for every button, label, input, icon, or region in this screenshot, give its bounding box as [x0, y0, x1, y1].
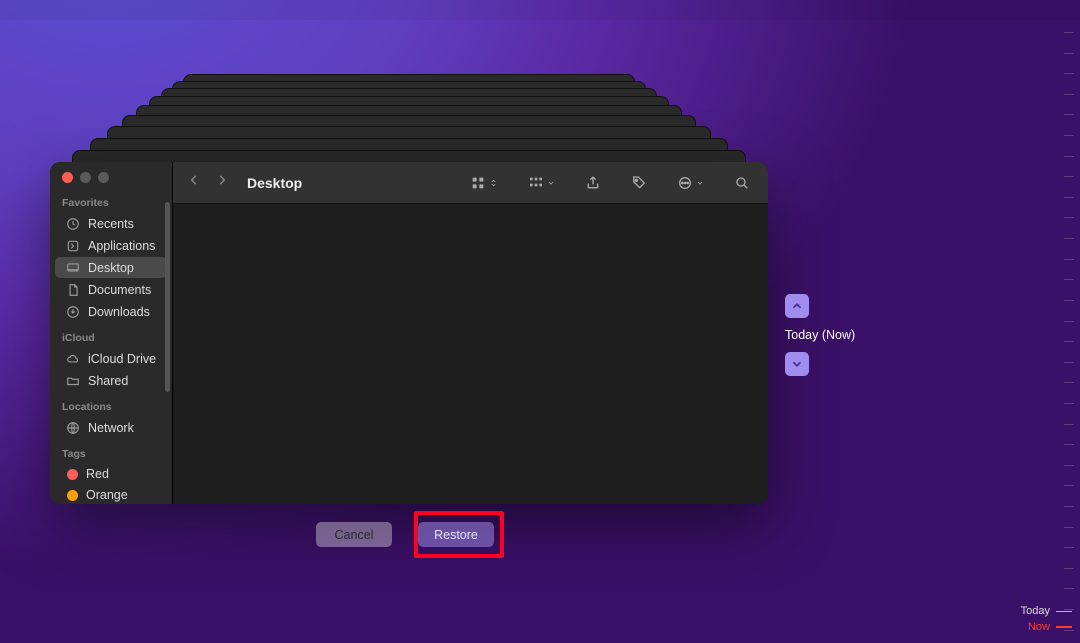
window-title: Desktop: [247, 175, 302, 191]
sidebar-item-downloads[interactable]: Downloads: [55, 301, 167, 322]
applications-icon: [65, 238, 80, 253]
timeline-navigator: Today (Now): [785, 294, 855, 376]
sidebar-section-favorites: Favorites: [50, 193, 172, 212]
sidebar-item-label: iCloud Drive: [88, 352, 156, 366]
action-buttons: Cancel Restore: [316, 522, 494, 547]
sidebar-section-icloud: iCloud: [50, 328, 172, 347]
window-controls: [50, 172, 172, 193]
sidebar-item-label: Desktop: [88, 261, 134, 275]
sidebar-item-label: Network: [88, 421, 134, 435]
sidebar-item-label: Downloads: [88, 305, 150, 319]
sidebar-scrollbar[interactable]: [165, 202, 170, 392]
cancel-button[interactable]: Cancel: [316, 522, 392, 547]
sidebar-item-label: Shared: [88, 374, 128, 388]
view-icons-button[interactable]: [466, 175, 502, 191]
document-icon: [65, 282, 80, 297]
sidebar-item-label: Documents: [88, 283, 151, 297]
shared-folder-icon: [65, 373, 80, 388]
sidebar-item-label: Orange: [86, 488, 128, 502]
finder-content-area[interactable]: [173, 204, 768, 504]
sidebar-item-recents[interactable]: Recents: [55, 213, 167, 234]
sidebar-item-documents[interactable]: Documents: [55, 279, 167, 300]
tag-dot-red: [67, 469, 78, 480]
action-menu-button[interactable]: [673, 175, 708, 191]
finder-sidebar: Favorites Recents Applications Desktop D…: [50, 162, 173, 504]
timeline-next-button[interactable]: [785, 352, 809, 376]
group-by-button[interactable]: [524, 175, 559, 191]
sidebar-item-icloud-drive[interactable]: iCloud Drive: [55, 348, 167, 369]
desktop-icon: [65, 260, 80, 275]
sidebar-section-locations: Locations: [50, 397, 172, 416]
sidebar-item-label: Red: [86, 467, 109, 481]
sidebar-item-applications[interactable]: Applications: [55, 235, 167, 256]
timeline-corner-labels: Today Now: [1021, 604, 1072, 635]
clock-icon: [65, 216, 80, 231]
timeline-current-label: Today (Now): [785, 328, 855, 342]
network-icon: [65, 420, 80, 435]
minimize-button[interactable]: [80, 172, 91, 183]
sidebar-item-shared[interactable]: Shared: [55, 370, 167, 391]
timeline-today-label: Today: [1021, 604, 1050, 619]
tags-button[interactable]: [627, 175, 651, 191]
sidebar-item-label: Recents: [88, 217, 134, 231]
restore-button[interactable]: Restore: [418, 522, 494, 547]
fullscreen-button[interactable]: [98, 172, 109, 183]
finder-window: Favorites Recents Applications Desktop D…: [50, 162, 768, 504]
downloads-icon: [65, 304, 80, 319]
sidebar-tag-red[interactable]: Red: [55, 464, 167, 484]
sidebar-section-tags: Tags: [50, 444, 172, 463]
close-button[interactable]: [62, 172, 73, 183]
sidebar-item-network[interactable]: Network: [55, 417, 167, 438]
sidebar-item-label: Applications: [88, 239, 155, 253]
timeline-previous-button[interactable]: [785, 294, 809, 318]
sidebar-tag-orange[interactable]: Orange: [55, 485, 167, 504]
sidebar-item-desktop[interactable]: Desktop: [55, 257, 167, 278]
timeline-now-label: Now: [1028, 620, 1050, 635]
search-button[interactable]: [730, 175, 754, 191]
back-button[interactable]: [187, 173, 201, 192]
share-button[interactable]: [581, 175, 605, 191]
cloud-icon: [65, 351, 80, 366]
finder-main: Desktop: [173, 162, 768, 504]
tag-dot-orange: [67, 490, 78, 501]
forward-button[interactable]: [215, 173, 229, 192]
menubar-area: [0, 0, 1080, 20]
finder-toolbar: Desktop: [173, 162, 768, 204]
timeline-scale: [1054, 32, 1074, 631]
